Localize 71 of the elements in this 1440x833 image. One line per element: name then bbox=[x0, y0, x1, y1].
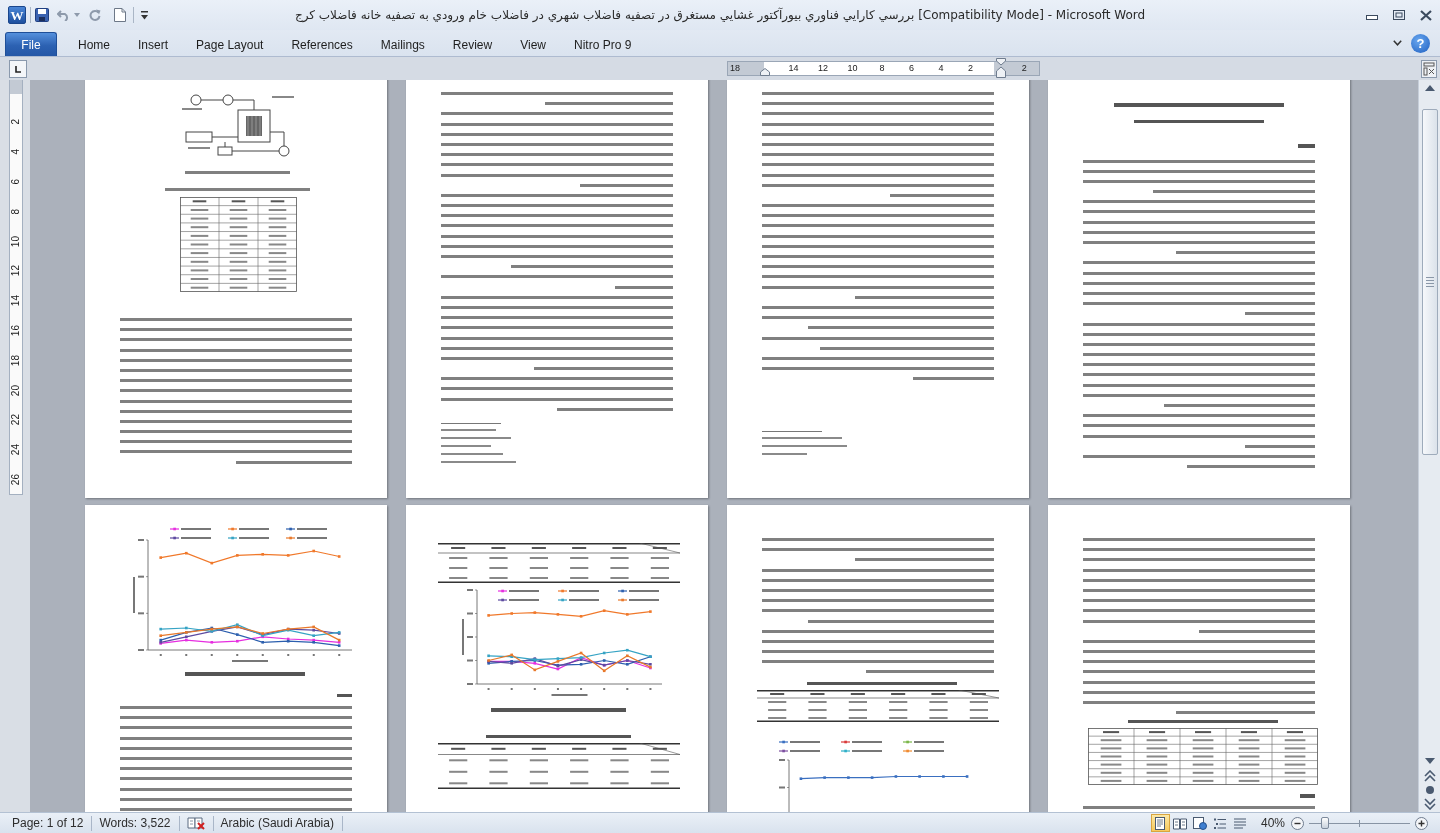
word-count-indicator[interactable]: Words: 3,522 bbox=[99, 814, 171, 832]
web-page-icon bbox=[1193, 816, 1208, 830]
ruler-number: 2 bbox=[968, 64, 974, 73]
language-indicator[interactable]: Arabic (Saudi Arabia) bbox=[220, 814, 334, 832]
ruler-number: 8 bbox=[11, 208, 21, 215]
previous-page-icon[interactable] bbox=[1423, 770, 1436, 782]
vertical-ruler[interactable]: 2 4 6 8 10 12 14 16 18 20 22 24 26 bbox=[9, 80, 23, 495]
indent-marker-icon[interactable] bbox=[760, 68, 770, 76]
page-layout-icon bbox=[1153, 816, 1168, 830]
ribbon-tab[interactable]: References bbox=[277, 32, 367, 56]
ruler-number: 12 bbox=[11, 265, 21, 277]
view-ruler-icon[interactable] bbox=[1421, 59, 1437, 78]
indent-marker-icon[interactable] bbox=[996, 58, 1006, 78]
save-icon[interactable] bbox=[35, 8, 49, 22]
scroll-up-icon[interactable] bbox=[1423, 83, 1436, 93]
chart-axis bbox=[779, 759, 790, 812]
ruler-number: 26 bbox=[11, 474, 21, 486]
ruler-number: 16 bbox=[11, 325, 21, 337]
ruler-number: 6 bbox=[909, 64, 915, 73]
ruler-number: 4 bbox=[938, 64, 944, 73]
ribbon-tab[interactable]: Home bbox=[64, 32, 124, 56]
next-page-icon[interactable] bbox=[1423, 798, 1436, 810]
browse-object-icon[interactable] bbox=[1424, 785, 1435, 795]
page-number-indicator[interactable]: Page: 1 of 12 bbox=[12, 814, 84, 832]
scroll-down-icon[interactable] bbox=[1423, 756, 1436, 766]
zoom-slider-thumb[interactable] bbox=[1321, 817, 1330, 829]
ruler-number: 20 bbox=[11, 384, 21, 396]
outline-icon bbox=[1213, 816, 1228, 830]
view-button[interactable] bbox=[1150, 814, 1170, 832]
proofing-icon[interactable] bbox=[186, 816, 205, 830]
ruler-number: 22 bbox=[11, 414, 21, 426]
ruler-number: 10 bbox=[847, 64, 858, 73]
new-document-icon[interactable] bbox=[114, 8, 126, 22]
ruler-number: 12 bbox=[818, 64, 829, 73]
ribbon-tab[interactable]: Mailings bbox=[366, 32, 439, 56]
ruler-number: 10 bbox=[11, 235, 21, 247]
ruler-number: 14 bbox=[11, 295, 21, 307]
view-button[interactable] bbox=[1190, 814, 1210, 832]
zoom-out-icon[interactable] bbox=[1291, 816, 1304, 830]
zoom-level-button[interactable]: 40% bbox=[1260, 814, 1285, 832]
text-lines-drawing bbox=[1300, 794, 1315, 798]
ruler-number: 24 bbox=[11, 444, 21, 456]
ruler-number: 8 bbox=[879, 64, 885, 73]
horizontal-ruler[interactable]: 18 14 12 10 8 6 4 2 2 bbox=[727, 61, 1040, 76]
app-icon[interactable]: W bbox=[8, 6, 26, 24]
ruler-number: 4 bbox=[11, 149, 21, 155]
ribbon-tab[interactable]: Nitro Pro 9 bbox=[559, 32, 646, 56]
vertical-scrollbar[interactable] bbox=[1418, 80, 1440, 812]
ruler-number: 14 bbox=[788, 64, 799, 73]
ruler-number: 2 bbox=[1021, 64, 1027, 73]
ruler-number: 6 bbox=[11, 178, 21, 185]
ribbon-tab[interactable]: Insert bbox=[124, 32, 183, 56]
customize-icon[interactable] bbox=[141, 10, 148, 20]
draft-icon bbox=[1233, 816, 1248, 830]
window-title: بررسي كارايي فناوري بيورآكتور غشايي مستغرق در تصفيه فاضلاب شهري در فاضلاب خام ورودي به تصفيه خانه فاضلاب كرج [Compatibility Mode] - Microsoft Word bbox=[294, 8, 1146, 22]
restore-icon[interactable] bbox=[1393, 10, 1405, 20]
file-tab[interactable]: File bbox=[5, 32, 57, 56]
ribbon-tab[interactable]: View bbox=[506, 32, 560, 56]
zoom-in-icon[interactable] bbox=[1415, 816, 1428, 830]
text-lines-drawing bbox=[337, 693, 352, 697]
tab-stop-selector[interactable] bbox=[9, 59, 27, 78]
scrollbar-thumb[interactable] bbox=[1421, 109, 1438, 455]
ruler-number: 18 bbox=[730, 64, 740, 73]
ribbon-tab[interactable]: Review bbox=[438, 32, 507, 56]
text-lines-drawing bbox=[1298, 144, 1315, 148]
ruler-number: 2 bbox=[11, 119, 21, 125]
close-icon[interactable] bbox=[1420, 9, 1432, 21]
ribbon-tab[interactable]: Page Layout bbox=[182, 32, 278, 56]
ruler-number: 18 bbox=[11, 354, 21, 366]
open-book-icon bbox=[1173, 816, 1188, 830]
chevron-down-icon[interactable] bbox=[1393, 40, 1402, 46]
